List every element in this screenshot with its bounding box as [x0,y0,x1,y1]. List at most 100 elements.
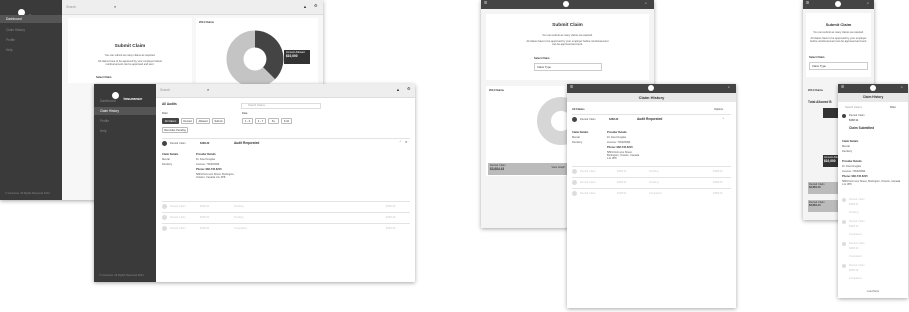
status-card[interactable]: Denied Claim $3,684.43 [808,182,840,194]
search-icon[interactable]: ⌕ [901,85,903,90]
menu-icon[interactable]: ☰ [841,85,844,90]
row-status: Completed [849,233,862,236]
search-input[interactable]: Search [66,5,121,9]
sidebar-item-help[interactable]: Help [6,48,13,52]
status-x-icon [572,117,577,122]
close-icon[interactable]: ✕ [405,141,408,144]
sidebar-item-profile[interactable]: Profile [100,119,109,123]
submit-claim-line1: You can submit as many claims as require… [104,54,156,57]
row-amount: $368.32 [849,269,859,272]
chart-year-label[interactable]: 2014 Claims [199,21,214,24]
filter-all-claims[interactable]: All Claims [162,118,179,124]
logo-icon[interactable] [648,85,654,91]
date-8-plus[interactable]: 8+ [268,118,279,124]
logo-icon[interactable] [835,1,841,7]
row-alt-amount: $398.29 [386,205,396,208]
detail-row-1: Mental [162,158,170,161]
load-more-button[interactable]: Load More [838,290,908,293]
date-4-7[interactable]: 4 - 7 [255,118,266,124]
search-icon[interactable]: ⌕ [207,88,209,92]
row-name: Denied Claim [580,170,596,173]
chevron-up-icon[interactable]: ⌃ [722,118,725,121]
chart-year-label[interactable]: 2014 Claims [808,89,823,92]
date-9-10[interactable]: 9-10 [281,118,292,124]
provider-phone: Phone: 983-745-6215 [196,168,222,171]
status-card[interactable]: Denied Claim $3,684.43 View Graph [488,163,568,175]
chart-year-label[interactable]: 2014 Claims [489,89,504,92]
logo-icon[interactable] [870,85,876,91]
row-status: Pending [234,205,244,208]
row-name: Denied Claim [849,264,865,267]
sidebar-item-dashboard[interactable]: Dashboard [0,15,62,23]
row-name: Denied Claim [580,192,596,195]
row-amount: $468.32 [200,216,210,219]
claim-name: Denied Claim [170,142,186,145]
amount-tooltip: Amount Allowed $10,000 [284,50,310,64]
search-input[interactable]: Search [160,88,170,92]
claim-history-title: Claim History [862,95,884,99]
bell-icon[interactable]: ▲ [303,5,307,9]
sidebar-item-profile[interactable]: Profile [6,38,15,42]
detail-row-1: Mental [572,136,580,139]
row-name: Denied Claim [170,227,186,230]
mobile-header: ☰ ⌕ [803,0,874,9]
provider-details-label: Provider Details [196,153,216,156]
options-button[interactable]: Options [714,108,723,111]
provider-license: License: 736326994 [607,141,631,144]
row-status: Pending [234,216,244,219]
view-graph-link[interactable]: View Graph [551,166,565,169]
search-icon[interactable]: ⌕ [867,1,869,6]
history-brand-logo[interactable]: Insurance [112,87,142,105]
provider-details-label: Provider Details [842,160,862,163]
provider-license: License: 736326994 [842,170,866,173]
mobile-history-frame: ☰ ⌕ Claim History Search Claims Filter D… [838,84,908,298]
filter-button[interactable]: Filter [890,106,896,109]
claim-status: Audit Requested [637,117,663,121]
divider [162,201,410,202]
search-icon[interactable]: ⌕ [645,1,647,6]
filter-allowed[interactable]: Allowed [196,118,210,124]
history-search-input[interactable]: Search Claims [845,106,862,109]
logo-icon[interactable] [563,1,569,7]
gear-icon[interactable]: ⚙ [407,87,411,91]
copyright: © Insurance. All Rights Reserved 2014 [99,274,144,277]
menu-icon[interactable]: ☰ [484,1,487,6]
provider-address: 5849 Dormuns Street, Burlington, Ontario… [607,151,640,160]
submit-claim-card: Submit Claim You can submit as many clai… [68,18,192,83]
claim-details-label: Claim Details [162,153,179,156]
claim-details-label: Claim Details [842,140,859,143]
submit-claim-line1: You can submit as many claims as require… [542,34,593,37]
sidebar-item-dashboard[interactable]: Dashboard [100,99,116,103]
tablet-header: ☰ ⌕ [567,84,736,93]
status-card[interactable]: Denied Claim $3,684.43 [808,200,840,212]
menu-icon[interactable]: ☰ [806,1,809,6]
status-icon [572,169,577,174]
submit-claim-title: Submit Claim [552,23,583,28]
claim-type-select[interactable]: Claim Type [809,62,868,70]
row-name: Denied Claim [849,220,865,223]
claims-donut-chart [226,30,284,88]
row-name: Denied Claim [170,205,186,208]
gear-icon[interactable]: ⚙ [314,4,318,8]
menu-icon[interactable]: ☰ [570,85,573,90]
filter-submit[interactable]: Submit [212,118,225,124]
sidebar-item-claim-history[interactable]: Claim History [94,107,156,115]
filter-reminder-pending[interactable]: Reminder Pending [162,127,188,133]
filter-denied[interactable]: Denied [181,118,194,124]
sidebar-item-claim-history[interactable]: Claim History [6,28,25,32]
mobile-submit-card: Submit Claim You can submit as many clai… [806,13,871,77]
search-icon[interactable]: ⌕ [114,5,116,9]
row-amount: $108.94 [617,192,627,195]
search-icon[interactable]: ⌕ [728,85,730,90]
chevron-up-icon[interactable]: ⌃ [399,141,402,144]
sidebar-item-help[interactable]: Help [100,129,107,133]
claim-type-select[interactable]: Claim Type [534,63,602,71]
history-search-input[interactable]: Search Claims [241,103,321,109]
divider [162,223,410,224]
date-1-3[interactable]: 1 - 3 [242,118,253,124]
row-amount: $368.32 [849,225,859,228]
bell-icon[interactable]: ▲ [396,88,400,92]
top-bar: Search ⌕ ▲ ⚙ [62,0,323,15]
provider-name: Dr. Doe Douglas [842,165,862,168]
row-amount: $468.32 [200,205,210,208]
